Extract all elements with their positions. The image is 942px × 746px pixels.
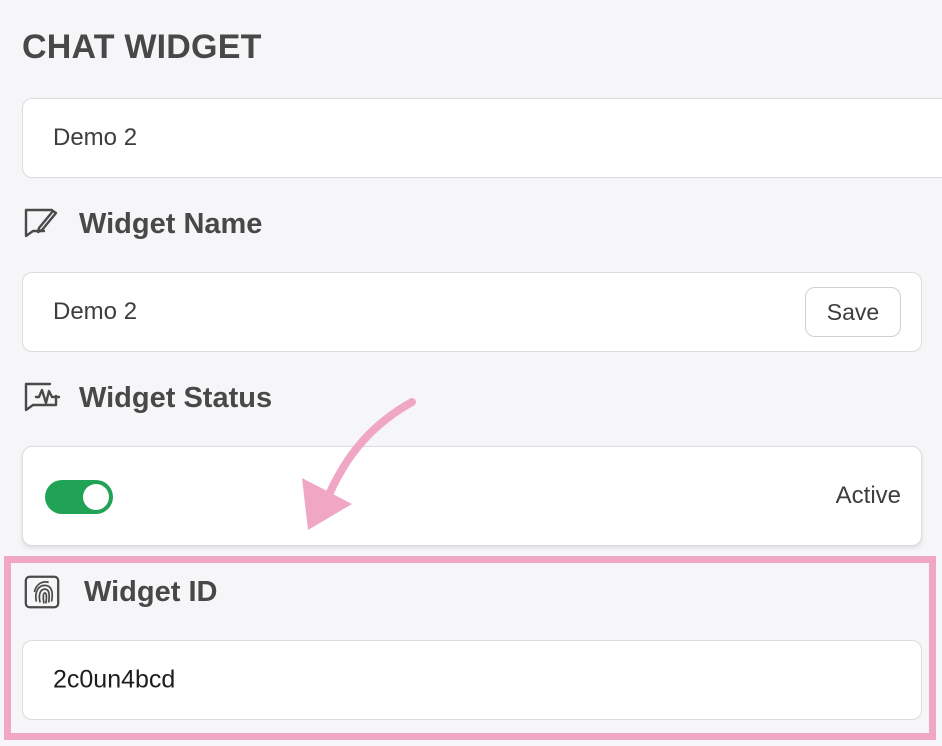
widget-name-field[interactable]: Demo 2 Save (22, 272, 922, 352)
widget-id-label: Widget ID (84, 575, 218, 608)
widget-status-heading: Widget Status (22, 378, 272, 418)
widget-name-label: Widget Name (79, 207, 263, 240)
widget-status-field: Active (22, 446, 922, 546)
top-field-value: Demo 2 (53, 124, 138, 151)
activity-message-icon (22, 378, 62, 418)
status-text: Active (835, 482, 901, 509)
widget-name-value: Demo 2 (53, 298, 138, 325)
widget-id-field[interactable]: 2c0un4bcd (22, 640, 922, 720)
status-toggle[interactable] (45, 480, 113, 514)
toggle-knob (83, 484, 109, 510)
edit-message-icon (22, 204, 62, 244)
widget-id-value: 2c0un4bcd (53, 665, 176, 694)
annotation-arrow (302, 398, 416, 530)
save-button[interactable]: Save (805, 287, 901, 337)
widget-id-heading: Widget ID (22, 572, 217, 612)
top-field[interactable]: Demo 2 (22, 98, 942, 178)
widget-name-heading: Widget Name (22, 204, 262, 244)
page-title: CHAT WIDGET (22, 28, 262, 66)
fingerprint-icon (22, 572, 62, 612)
widget-status-label: Widget Status (79, 381, 273, 414)
